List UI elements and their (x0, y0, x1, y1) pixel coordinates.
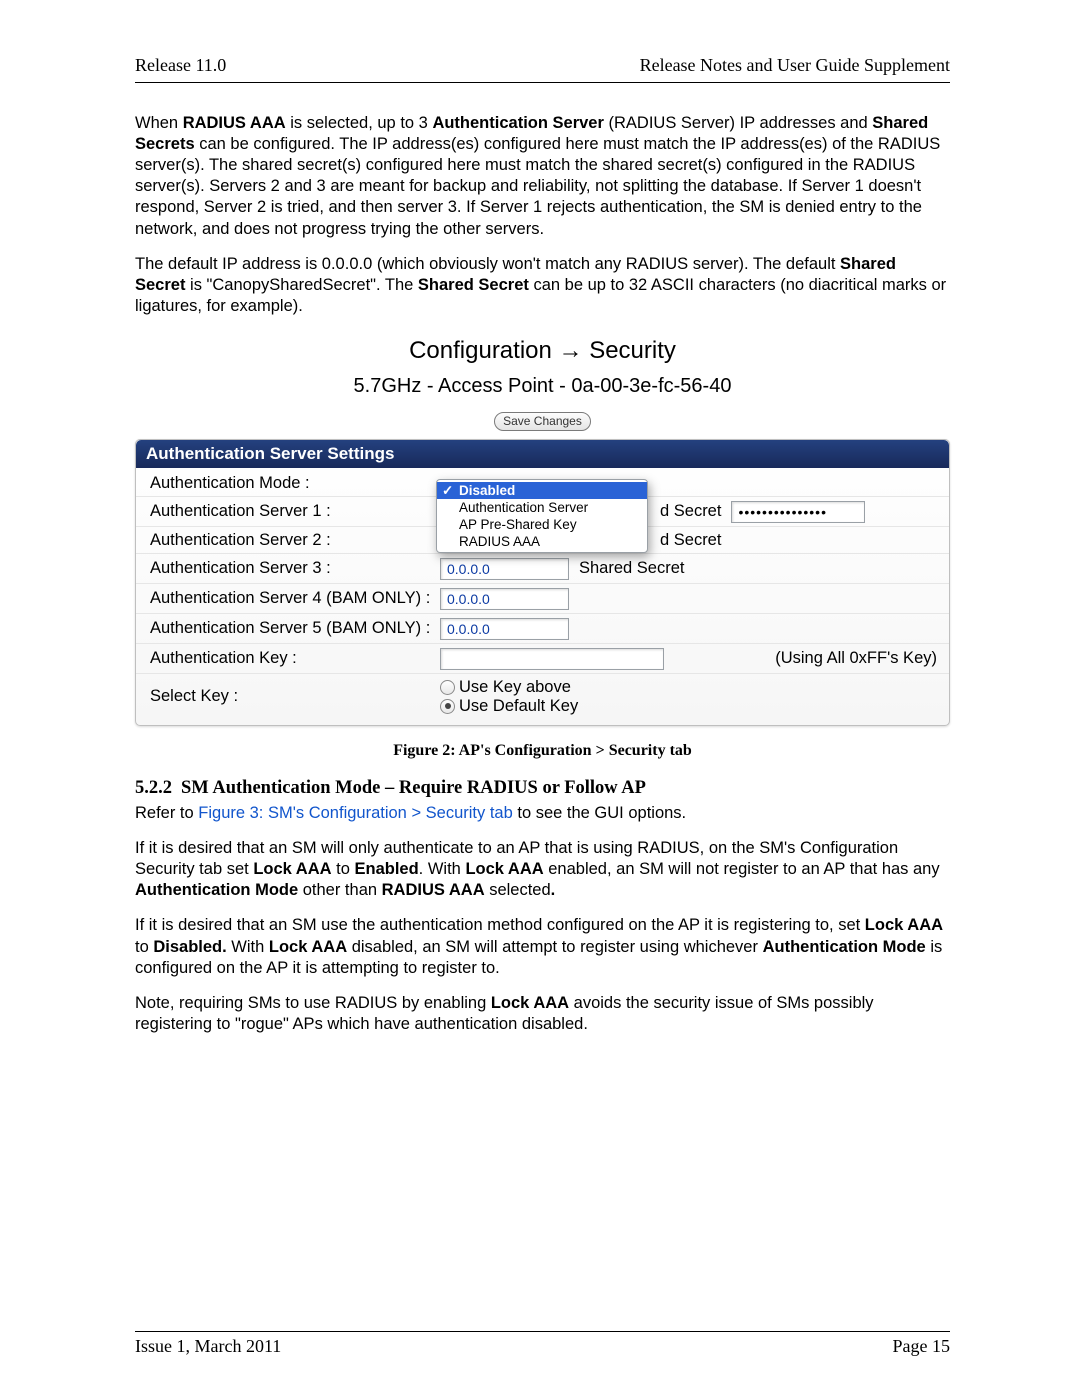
header-right: Release Notes and User Guide Supplement (640, 55, 950, 76)
refer-line: Refer to Figure 3: SM's Configuration > … (135, 803, 950, 824)
menu-item-ap-psk[interactable]: AP Pre-Shared Key (437, 516, 647, 533)
shared-secret-input-1[interactable] (731, 501, 865, 523)
footer-rule (135, 1331, 950, 1332)
radio-use-key-above[interactable]: Use Key above (440, 678, 578, 697)
figure-subtitle: 5.7GHz - Access Point - 0a-00-3e-fc-56-4… (135, 375, 950, 398)
radio-use-default-key[interactable]: Use Default Key (440, 697, 578, 716)
radio-off-icon (440, 680, 455, 695)
footer-right: Page 15 (893, 1336, 951, 1357)
figure-title: Configuration → Security (135, 337, 950, 365)
row-select-key: Select Key : Use Key above Use Default K… (136, 673, 949, 719)
arrow-right-icon: → (559, 337, 583, 364)
row-auth-key: Authentication Key : (Using All 0xFF's K… (136, 643, 949, 673)
label-server-3: Authentication Server 3 : (150, 559, 440, 578)
menu-item-disabled[interactable]: ✓ Disabled (437, 482, 647, 499)
section-p3: Note, requiring SMs to use RADIUS by ena… (135, 993, 950, 1035)
row-server-5: Authentication Server 5 (BAM ONLY) : (136, 613, 949, 643)
server-4-ip-input[interactable] (440, 588, 569, 610)
label-select-key: Select Key : (150, 687, 440, 706)
server-5-ip-input[interactable] (440, 618, 569, 640)
auth-key-note: (Using All 0xFF's Key) (775, 649, 937, 668)
auth-mode-dropdown[interactable]: ✓ Disabled Authentication Server AP Pre-… (436, 479, 648, 553)
header-rule (135, 82, 950, 83)
auth-key-input[interactable] (440, 648, 664, 670)
label-auth-key: Authentication Key : (150, 649, 440, 668)
label-server-1: Authentication Server 1 : (150, 502, 440, 521)
label-server-2: Authentication Server 2 : (150, 531, 440, 550)
section-p1: If it is desired that an SM will only au… (135, 838, 950, 901)
label-auth-mode: Authentication Mode : (150, 474, 440, 493)
page-header: Release 11.0 Release Notes and User Guid… (135, 55, 950, 76)
auth-server-settings-panel: Authentication Server Settings Authentic… (135, 439, 950, 726)
server-3-ip-input[interactable] (440, 558, 569, 580)
footer-left: Issue 1, March 2011 (135, 1336, 281, 1357)
row-server-4: Authentication Server 4 (BAM ONLY) : (136, 583, 949, 613)
page-footer: Issue 1, March 2011 Page 15 (135, 1336, 950, 1357)
figure-caption: Figure 2: AP's Configuration > Security … (135, 742, 950, 760)
save-changes-button[interactable]: Save Changes (494, 412, 591, 431)
row-server-3: Authentication Server 3 : Shared Secret (136, 553, 949, 583)
row-auth-mode: Authentication Mode : ✓ Disabled Authent… (136, 470, 949, 496)
intro-p2: The default IP address is 0.0.0.0 (which… (135, 254, 950, 317)
section-p2: If it is desired that an SM use the auth… (135, 915, 950, 978)
menu-item-auth-server[interactable]: Authentication Server (437, 499, 647, 516)
intro-p1: When RADIUS AAA is selected, up to 3 Aut… (135, 113, 950, 240)
shared-secret-label-3: Shared Secret (579, 559, 684, 578)
header-left: Release 11.0 (135, 55, 226, 76)
menu-item-radius-aaa[interactable]: RADIUS AAA (437, 533, 647, 550)
figure-3-link[interactable]: Figure 3: SM's Configuration > Security … (198, 804, 513, 822)
intro-block: When RADIUS AAA is selected, up to 3 Aut… (135, 113, 950, 331)
panel-header: Authentication Server Settings (136, 440, 949, 468)
check-icon: ✓ (442, 483, 453, 499)
radio-on-icon (440, 699, 455, 714)
section-heading: 5.2.2SM Authentication Mode – Require RA… (135, 778, 950, 799)
shared-secret-label-2: d Secret (660, 531, 721, 550)
shared-secret-label-1: d Secret (660, 502, 721, 521)
label-server-5: Authentication Server 5 (BAM ONLY) : (150, 619, 440, 638)
label-server-4: Authentication Server 4 (BAM ONLY) : (150, 589, 440, 608)
